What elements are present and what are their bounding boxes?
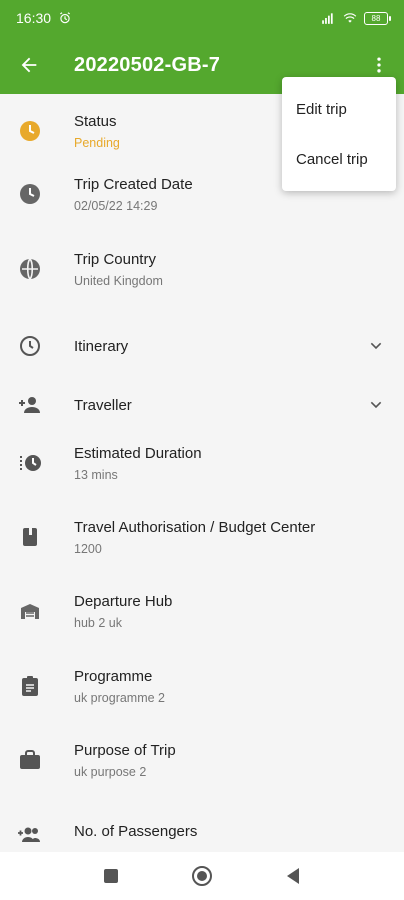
back-nav-button[interactable] (273, 856, 313, 896)
garage-icon (18, 599, 42, 623)
status-bar: 16:30 88 (0, 0, 404, 36)
triangle-back-icon (287, 868, 299, 884)
detail-label: Trip Country (74, 250, 156, 268)
timer-icon (18, 451, 42, 475)
detail-label: Estimated Duration (74, 444, 202, 462)
detail-label: Departure Hub (74, 592, 173, 610)
signal-icon (322, 13, 333, 24)
more-vert-icon (377, 57, 381, 73)
detail-row-purpose: Purpose of Trip uk purpose 2 (0, 723, 404, 797)
detail-value: United Kingdom (74, 273, 163, 288)
detail-label: Trip Created Date (74, 175, 193, 193)
circle-icon (192, 866, 212, 886)
group-add-icon (18, 822, 42, 846)
battery-icon: 88 (364, 11, 391, 25)
detail-label: Traveller (74, 396, 132, 414)
clock-filled-icon (18, 119, 42, 143)
detail-label: Purpose of Trip (74, 741, 176, 759)
detail-value: 02/05/22 14:29 (74, 198, 158, 213)
overflow-menu: Edit trip Cancel trip (282, 77, 396, 191)
briefcase-icon (18, 748, 42, 772)
cancel-trip-menu-item[interactable]: Cancel trip (282, 134, 396, 184)
detail-row-budget-center: Travel Authorisation / Budget Center 120… (0, 500, 404, 574)
globe-icon (18, 257, 42, 281)
back-button[interactable] (0, 36, 58, 94)
detail-label: Itinerary (74, 337, 129, 355)
status-time: 16:30 (16, 10, 52, 26)
detail-row-estimated-duration: Estimated Duration 13 mins (0, 426, 404, 500)
overflow-menu-button[interactable] (364, 50, 394, 80)
page-title: 20220502-GB-7 (74, 53, 221, 76)
chevron-down-icon[interactable] (368, 338, 384, 354)
detail-row-country: Trip Country United Kingdom (0, 232, 404, 306)
detail-value: uk purpose 2 (74, 764, 147, 779)
arrow-back-icon (21, 57, 37, 73)
chevron-down-icon[interactable] (368, 397, 384, 413)
detail-row-departure-hub: Departure Hub hub 2 uk (0, 574, 404, 648)
detail-row-programme: Programme uk programme 2 (0, 649, 404, 723)
detail-value: hub 2 uk (74, 615, 122, 630)
clock-icon (18, 182, 42, 206)
status-value: Pending (74, 135, 120, 150)
book-icon (18, 525, 42, 549)
clock-outline-icon (18, 334, 42, 358)
person-add-icon (18, 393, 42, 417)
home-button[interactable] (182, 856, 222, 896)
recents-button[interactable] (91, 856, 131, 896)
detail-value: 13 mins (74, 467, 118, 482)
square-icon (104, 869, 118, 883)
detail-value: uk programme 2 (74, 690, 166, 705)
detail-label: Status (74, 112, 117, 130)
clipboard-icon (18, 674, 42, 698)
detail-label: No. of Passengers (74, 822, 198, 840)
detail-value: 1200 (74, 541, 102, 556)
detail-label: Travel Authorisation / Budget Center (74, 518, 316, 536)
alarm-icon (60, 12, 71, 24)
edit-trip-menu-item[interactable]: Edit trip (282, 84, 396, 134)
system-nav-bar (0, 852, 404, 900)
detail-label: Programme (74, 667, 153, 685)
wifi-icon (343, 13, 357, 23)
